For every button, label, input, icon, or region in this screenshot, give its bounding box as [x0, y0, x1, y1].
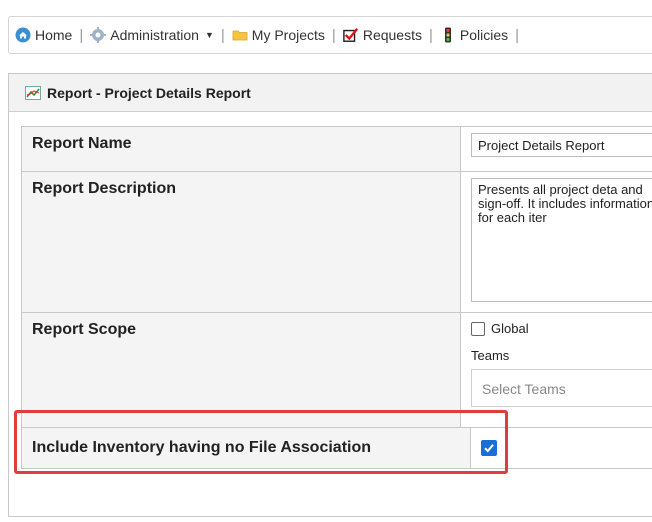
nav-policies[interactable]: Policies — [440, 27, 508, 43]
report-name-label: Report Name — [21, 127, 461, 171]
global-label: Global — [491, 321, 529, 336]
report-description-row: Report Description Presents all project … — [21, 172, 652, 313]
report-panel: Report - Project Details Report Report N… — [8, 73, 652, 517]
nav-my-projects[interactable]: My Projects — [232, 27, 325, 43]
traffic-light-icon — [444, 27, 451, 43]
checkbox-icon — [343, 28, 358, 42]
include-inventory-checkbox[interactable] — [481, 440, 497, 456]
report-name-row: Report Name Project Details Report — [21, 127, 652, 172]
include-inventory-label: Include Inventory having no File Associa… — [21, 428, 471, 468]
teams-select[interactable]: Select Teams — [471, 369, 652, 407]
gear-icon — [90, 27, 107, 43]
global-option: Global — [471, 321, 652, 336]
folder-icon — [232, 30, 248, 41]
global-checkbox[interactable] — [471, 321, 485, 336]
nav-administration-label: Administration — [110, 27, 199, 43]
nav-requests-label: Requests — [362, 27, 422, 43]
report-scope-value-cell: Global Teams Select Teams — [461, 313, 652, 427]
home-icon — [15, 27, 31, 43]
teams-label: Teams — [471, 348, 510, 363]
include-inventory-row: Include Inventory having no File Associa… — [21, 428, 652, 469]
nav-home[interactable]: Home — [15, 27, 72, 43]
panel-header: Report - Project Details Report — [9, 74, 652, 112]
chevron-down-icon: ▼ — [204, 30, 214, 40]
report-form: Report Name Project Details Report Repor… — [21, 126, 652, 469]
report-description-value-cell: Presents all project deta and sign-off. … — [461, 172, 652, 312]
chart-icon — [25, 85, 41, 100]
nav-separator: | — [331, 26, 336, 44]
panel-title: Report - Project Details Report — [47, 84, 251, 101]
nav-requests[interactable]: Requests — [343, 27, 422, 43]
nav-separator: | — [79, 26, 84, 44]
include-inventory-value-cell — [471, 428, 652, 468]
report-name-value-cell: Project Details Report — [461, 127, 652, 171]
nav-separator: | — [515, 26, 520, 44]
report-name-input[interactable]: Project Details Report — [471, 133, 652, 157]
top-navigation-bar: Home | Administration ▼ | My Projects | … — [8, 16, 652, 54]
nav-policies-label: Policies — [459, 27, 509, 43]
report-description-label: Report Description — [21, 172, 461, 312]
nav-home-label: Home — [35, 27, 73, 43]
report-scope-label: Report Scope — [21, 313, 461, 427]
nav-separator: | — [220, 26, 225, 44]
checkmark-icon — [484, 444, 494, 453]
report-description-textarea[interactable]: Presents all project deta and sign-off. … — [471, 178, 652, 302]
nav-my-projects-label: My Projects — [251, 27, 325, 43]
report-scope-row: Report Scope Global Teams Select Teams — [21, 313, 652, 428]
nav-separator: | — [428, 26, 433, 44]
nav-administration[interactable]: Administration ▼ — [90, 27, 214, 43]
